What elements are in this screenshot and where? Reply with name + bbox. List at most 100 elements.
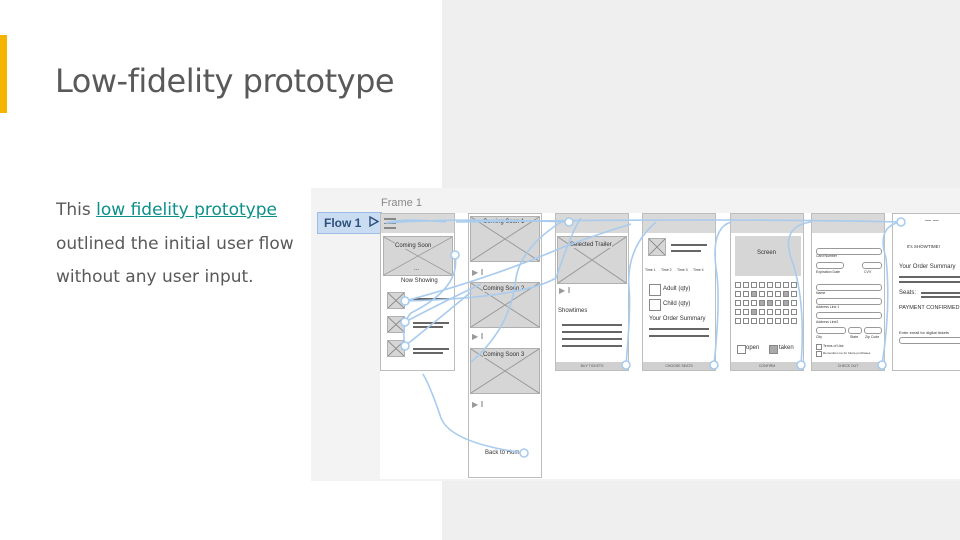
seat[interactable] (751, 300, 757, 306)
seat-grid[interactable] (735, 282, 803, 332)
state-field[interactable] (848, 327, 862, 334)
seat[interactable] (783, 318, 789, 324)
open-seat-legend-box (737, 345, 746, 354)
seat[interactable] (759, 282, 765, 288)
seat[interactable] (735, 309, 741, 315)
seat[interactable] (759, 300, 765, 306)
name-field[interactable] (816, 284, 882, 291)
time-option-4[interactable]: Time 4 (693, 268, 704, 272)
seat[interactable] (775, 309, 781, 315)
zip-label: Zip Code (865, 335, 880, 339)
seat[interactable] (783, 282, 789, 288)
address1-field[interactable] (816, 298, 882, 305)
screen-ticket-selection: Time 1 Time 2 Time 3 Time 4 Adult (qty) … (642, 213, 716, 371)
seat[interactable] (767, 291, 773, 297)
choose-seats-button[interactable]: CHOOSE SEATS (643, 362, 715, 370)
address1-label: Address Line 1 (816, 305, 840, 309)
body-text-end: outlined the initial user flow without a… (56, 233, 294, 288)
flow-starting-point[interactable]: Flow 1 (317, 212, 382, 234)
cvv-field[interactable] (862, 262, 882, 269)
remember-checkbox[interactable] (816, 351, 822, 357)
confirm-menu-dots: — — (925, 218, 939, 224)
seat[interactable] (735, 291, 741, 297)
seat[interactable] (759, 291, 765, 297)
coming-soon-label: Coming Soon (395, 243, 432, 249)
seat[interactable] (735, 282, 741, 288)
seat[interactable] (751, 282, 757, 288)
seat[interactable] (791, 282, 797, 288)
time-option-1[interactable]: Time 1 (645, 268, 656, 272)
seat[interactable] (775, 318, 781, 324)
selected-trailer-label: Selected Trailer (570, 242, 612, 248)
seat[interactable] (791, 309, 797, 315)
name-label: Name (816, 291, 826, 295)
screen-label: Screen (757, 250, 777, 256)
screen-home: Coming Soon ... Now Showing (380, 213, 455, 371)
time-option-3[interactable]: Time 3 (677, 268, 688, 272)
back-to-home-link[interactable]: Back to Home (485, 450, 523, 456)
prototype-link[interactable]: low fidelity prototype (96, 200, 277, 220)
frame-label: Frame 1 (381, 197, 422, 209)
taken-legend-label: taken (779, 345, 794, 351)
seat[interactable] (735, 300, 741, 306)
seat[interactable] (751, 309, 757, 315)
slide-body: This low fidelity prototype outlined the… (56, 194, 306, 295)
expiry-field[interactable] (816, 262, 844, 269)
play-pause-3: ▶ ‖ (472, 400, 484, 409)
address2-field[interactable] (816, 312, 882, 319)
seat[interactable] (775, 291, 781, 297)
seat[interactable] (775, 300, 781, 306)
screen-confirmation: — — It's SHOWTIME! Your Order Summary Se… (892, 213, 960, 371)
seat[interactable] (767, 300, 773, 306)
seat[interactable] (743, 318, 749, 324)
confirm-seats-button[interactable]: CONFIRM (731, 362, 803, 370)
check-out-button[interactable]: CHECK OUT (812, 362, 884, 370)
hamburger-icon (384, 218, 396, 229)
seat[interactable] (767, 282, 773, 288)
email-field[interactable] (899, 337, 960, 344)
body-text-start: This (56, 200, 97, 220)
child-checkbox[interactable] (649, 299, 661, 311)
seat[interactable] (759, 309, 765, 315)
buy-tickets-button[interactable]: BUY TICKETS (556, 362, 628, 370)
seat[interactable] (743, 291, 749, 297)
flow-label: Flow 1 (324, 216, 362, 230)
movie-thumb-1[interactable] (387, 292, 405, 309)
seat[interactable] (791, 318, 797, 324)
seat[interactable] (743, 300, 749, 306)
seat[interactable] (735, 318, 741, 324)
seat[interactable] (743, 282, 749, 288)
seat[interactable] (783, 300, 789, 306)
showtime-label: It's SHOWTIME! (907, 244, 940, 249)
seat[interactable] (743, 309, 749, 315)
state-label: State (850, 335, 859, 339)
seat[interactable] (791, 300, 797, 306)
zip-field[interactable] (864, 327, 882, 334)
seat[interactable] (783, 309, 789, 315)
cvv-label: CVV (864, 270, 872, 274)
seat[interactable] (783, 291, 789, 297)
coming-soon-1-label: Coming Soon 1 (483, 219, 525, 225)
slide-title: Low-fidelity prototype (55, 62, 395, 100)
terms-checkbox[interactable] (816, 344, 822, 350)
seat[interactable] (751, 291, 757, 297)
ticket-movie-thumb (648, 238, 666, 256)
seat[interactable] (767, 309, 773, 315)
seat[interactable] (751, 318, 757, 324)
seat[interactable] (775, 282, 781, 288)
trailer-play-pause: ▶ ‖ (559, 286, 571, 295)
showtimes-label: Showtimes (558, 308, 588, 314)
city-field[interactable] (816, 327, 846, 334)
trailer-header (556, 214, 628, 233)
seat[interactable] (791, 291, 797, 297)
movie-thumb-3[interactable] (387, 340, 405, 357)
play-pause-1: ▶ ‖ (472, 268, 484, 277)
seat[interactable] (759, 318, 765, 324)
seat[interactable] (767, 318, 773, 324)
checkout-header (812, 214, 884, 233)
screen-seat-selection: Screen open taken CONFIRM (730, 213, 804, 371)
time-option-2[interactable]: Time 2 (661, 268, 672, 272)
adult-checkbox[interactable] (649, 284, 661, 296)
movie-thumb-2[interactable] (387, 316, 405, 333)
coming-soon-2-label: Coming Soon 2 (483, 286, 525, 292)
